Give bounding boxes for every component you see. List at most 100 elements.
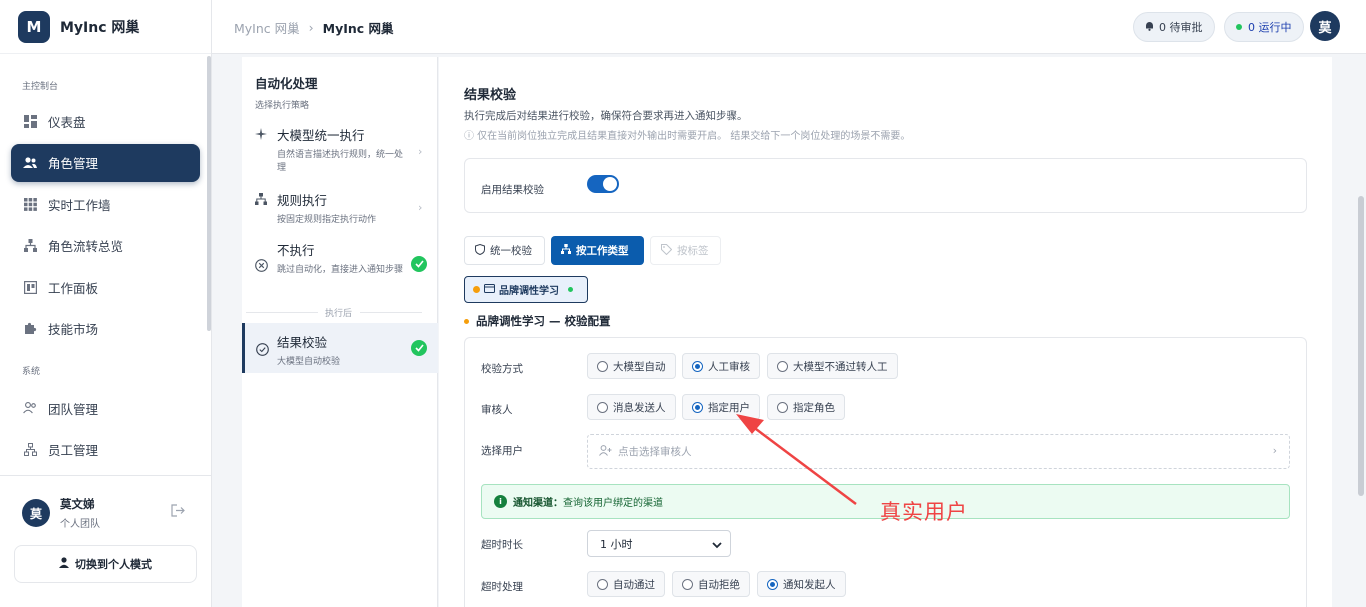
enable-result-check-toggle[interactable] — [587, 175, 619, 193]
sidebar-item-dashboard[interactable]: 仪表盘 — [11, 102, 200, 140]
user-team: 个人团队 — [60, 519, 100, 530]
reviewer-radio-specific-user[interactable]: 指定用户 — [682, 394, 760, 420]
option-label: 大模型统一执行 — [277, 128, 365, 143]
check-circle-icon — [255, 342, 269, 356]
topbar: MyInc 网巢 › MyInc 网巢 0 待审批 0 运行中 莫 — [212, 0, 1366, 54]
card-icon — [484, 283, 495, 296]
radio-label: 指定用户 — [708, 401, 750, 414]
user-icon — [59, 557, 69, 571]
brand-logo: M — [18, 10, 50, 43]
info-icon: i — [494, 495, 507, 508]
section-note: ⓘ 仅在当前岗位独立完成且结果直接对外输出时需要开启。 结果交给下一个岗位处理的… — [464, 131, 911, 142]
option-desc: 跳过自动化，直接进入通知步骤 — [277, 265, 404, 275]
sidebar-item-work-board[interactable]: 工作面板 — [11, 268, 200, 306]
sparkle-icon — [254, 127, 268, 141]
strategy-option-rules[interactable]: 规则执行 按固定规则指定执行动作 › — [242, 190, 438, 227]
breadcrumb-current: MyInc 网巢 — [322, 21, 394, 36]
config-title-text: 品牌调性学习 — 校验配置 — [476, 314, 611, 328]
reviewer-label: 审核人 — [481, 404, 513, 416]
running-badge[interactable]: 0 运行中 — [1224, 12, 1304, 42]
strategy-subtitle: 选择执行策略 — [255, 101, 310, 111]
radio-circle — [597, 360, 608, 372]
sidebar-item-staff-management[interactable]: 员工管理 — [11, 431, 200, 469]
tab-label: 按工作类型 — [576, 245, 629, 257]
chevron-right-icon: › — [308, 20, 314, 35]
timeout-radio-notify-initiator[interactable]: 通知发起人 — [757, 571, 846, 597]
radio-label: 大模型自动 — [613, 360, 666, 373]
strategy-option-llm[interactable]: 大模型统一执行 自然语言描述执行规则，统一处理 › — [242, 125, 438, 175]
sidebar-item-role-flow[interactable]: 角色流转总览 — [11, 227, 200, 265]
brand[interactable]: M MyInc 网巢 — [0, 0, 211, 54]
strategy-option-skip[interactable]: 不执行 跳过自动化，直接进入通知步骤 — [242, 240, 438, 277]
switch-label: 切换到个人模式 — [75, 558, 152, 571]
org-icon — [23, 443, 37, 457]
logout-icon[interactable] — [171, 504, 186, 520]
radio-label: 通知发起人 — [783, 578, 836, 591]
timeout-action-label: 超时处理 — [481, 581, 523, 593]
puzzle-icon — [23, 322, 37, 336]
work-type-chip[interactable]: 品牌调性学习 — [464, 276, 588, 303]
config-card: 校验方式 大模型自动 人工审核 大模型不通过转人工 审核人 消息发送人 指定用户… — [464, 337, 1307, 607]
top-avatar[interactable]: 莫 — [1310, 11, 1340, 41]
brand-name: MyInc 网巢 — [60, 19, 140, 36]
enable-card: 启用结果校验 — [464, 158, 1307, 213]
flow-icon — [561, 244, 571, 257]
pending-label: 0 待审批 — [1159, 21, 1203, 34]
switch-personal-mode-button[interactable]: 切换到个人模式 — [14, 545, 197, 583]
select-reviewer-input[interactable]: 点击选择审核人 › — [587, 434, 1290, 469]
board-icon — [23, 280, 37, 294]
sidebar-item-label: 工作面板 — [48, 280, 99, 296]
close-circle-icon — [254, 258, 268, 272]
select-value: 1 小时 — [600, 537, 633, 551]
radio-label: 消息发送人 — [613, 401, 666, 414]
shield-icon — [475, 243, 485, 258]
method-label: 校验方式 — [481, 363, 523, 375]
sidebar-item-team-management[interactable]: 团队管理 — [11, 389, 200, 427]
chevron-right-icon: › — [1272, 445, 1277, 457]
config-title: 品牌调性学习 — 校验配置 — [464, 313, 611, 329]
pending-approval-badge[interactable]: 0 待审批 — [1133, 12, 1215, 42]
radio-label: 指定角色 — [793, 401, 835, 414]
radio-circle — [777, 401, 788, 413]
sidebar-item-label: 员工管理 — [48, 443, 99, 458]
reviewer-radio-sender[interactable]: 消息发送人 — [587, 394, 676, 420]
method-radio-llm-auto[interactable]: 大模型自动 — [587, 353, 676, 379]
reviewer-radio-specific-role[interactable]: 指定角色 — [767, 394, 845, 420]
radio-circle — [777, 360, 788, 372]
flow-icon — [254, 192, 268, 206]
team-icon — [23, 401, 37, 415]
status-dot — [473, 286, 480, 293]
method-radio-manual[interactable]: 人工审核 — [682, 353, 760, 379]
strategy-option-result-check[interactable]: 结果校验 大模型自动校验 — [242, 323, 438, 373]
sidebar-item-label: 团队管理 — [48, 401, 99, 417]
nav-section-system: 系统 — [22, 367, 41, 377]
divider-label: 执行后 — [325, 309, 353, 319]
bell-icon — [1145, 21, 1154, 34]
flow-icon — [23, 239, 37, 253]
tab-unified-check[interactable]: 统一校验 — [464, 236, 545, 265]
timeout-radio-auto-reject[interactable]: 自动拒绝 — [672, 571, 750, 597]
main-scrollbar[interactable] — [1358, 196, 1364, 496]
sidebar-item-role-management[interactable]: 角色管理 — [11, 143, 200, 182]
timeout-radio-auto-pass[interactable]: 自动通过 — [587, 571, 665, 597]
check-icon — [411, 256, 427, 272]
breadcrumb: MyInc 网巢 › MyInc 网巢 — [234, 18, 394, 37]
nav-section-main: 主控制台 — [22, 82, 59, 92]
picker-placeholder: 点击选择审核人 — [618, 446, 692, 458]
sidebar-item-live-wall[interactable]: 实时工作墙 — [11, 185, 200, 223]
sidebar-item-label: 技能市场 — [48, 322, 99, 337]
sidebar-item-skill-market[interactable]: 技能市场 — [11, 310, 200, 348]
status-dot — [568, 287, 573, 292]
strategy-title: 自动化处理 — [255, 76, 318, 91]
radio-label: 人工审核 — [708, 360, 750, 373]
tab-by-tag[interactable]: 按标签 — [650, 236, 721, 265]
dashboard-icon — [23, 114, 37, 128]
timeout-select[interactable]: 1 小时 — [587, 530, 731, 557]
chevron-down-icon — [712, 539, 722, 552]
breadcrumb-root[interactable]: MyInc 网巢 — [234, 18, 300, 37]
tab-by-work-type[interactable]: 按工作类型 — [551, 236, 644, 265]
radio-circle — [597, 578, 608, 590]
radio-circle — [597, 401, 608, 413]
sidebar-scrollbar[interactable] — [207, 56, 211, 331]
method-radio-llm-fallback[interactable]: 大模型不通过转人工 — [767, 353, 898, 379]
